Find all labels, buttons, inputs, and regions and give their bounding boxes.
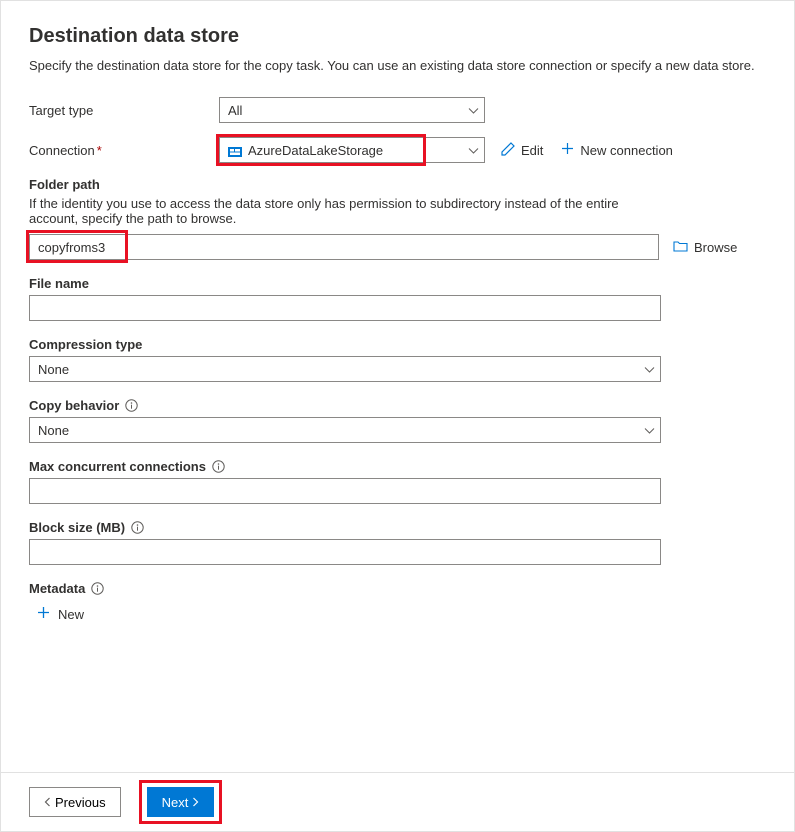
plus-icon [37, 606, 50, 622]
next-button[interactable]: Next [147, 787, 215, 817]
info-icon[interactable] [91, 582, 104, 595]
edit-label: Edit [521, 143, 543, 158]
block-size-input[interactable] [29, 539, 661, 565]
chevron-right-icon [192, 795, 199, 810]
copy-behavior-label: Copy behavior [29, 398, 766, 413]
block-size-label: Block size (MB) [29, 520, 766, 535]
target-type-label: Target type [29, 103, 219, 118]
page-description: Specify the destination data store for t… [29, 58, 766, 73]
target-type-value: All [228, 103, 242, 118]
folder-path-input[interactable] [29, 234, 659, 260]
folder-icon [673, 240, 688, 255]
file-name-label: File name [29, 276, 766, 291]
plus-icon [561, 142, 574, 158]
info-icon[interactable] [125, 399, 138, 412]
metadata-label: Metadata [29, 581, 766, 596]
metadata-new-label: New [58, 607, 84, 622]
new-connection-label: New connection [580, 143, 673, 158]
datalake-icon [228, 145, 242, 155]
required-indicator: * [97, 143, 102, 158]
edit-connection-button[interactable]: Edit [501, 142, 543, 159]
target-type-select[interactable]: All [219, 97, 485, 123]
connection-select[interactable]: AzureDataLakeStorage [219, 137, 485, 163]
metadata-new-button[interactable]: New [29, 600, 766, 622]
folder-path-label: Folder path [29, 177, 766, 192]
copy-behavior-value: None [38, 423, 69, 438]
copy-behavior-select[interactable]: None [29, 417, 661, 443]
info-icon[interactable] [212, 460, 225, 473]
connection-value: AzureDataLakeStorage [248, 143, 383, 158]
compression-type-label: Compression type [29, 337, 766, 352]
browse-label: Browse [694, 240, 737, 255]
edit-icon [501, 142, 515, 159]
previous-button[interactable]: Previous [29, 787, 121, 817]
folder-path-hint: If the identity you use to access the da… [29, 196, 649, 226]
new-connection-button[interactable]: New connection [561, 142, 673, 158]
max-concurrent-label: Max concurrent connections [29, 459, 766, 474]
page-title: Destination data store [29, 25, 766, 48]
connection-label: Connection* [29, 143, 219, 158]
compression-type-select[interactable]: None [29, 356, 661, 382]
file-name-input[interactable] [29, 295, 661, 321]
compression-type-value: None [38, 362, 69, 377]
previous-label: Previous [55, 795, 106, 810]
browse-button[interactable]: Browse [673, 240, 737, 255]
next-label: Next [162, 795, 189, 810]
chevron-left-icon [44, 795, 51, 810]
max-concurrent-input[interactable] [29, 478, 661, 504]
info-icon[interactable] [131, 521, 144, 534]
